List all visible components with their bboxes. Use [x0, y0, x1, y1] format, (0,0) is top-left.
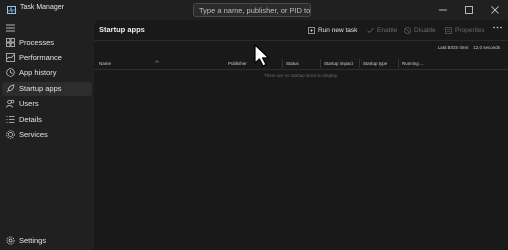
main-panel: Startup apps Run new task Enable Disable… — [94, 20, 508, 250]
sidebar-item-app-history[interactable]: App history — [2, 66, 92, 80]
users-icon — [6, 99, 15, 108]
properties-button[interactable]: Properties — [445, 23, 485, 37]
hamburger-menu-icon[interactable] — [6, 24, 15, 32]
enable-label: Enable — [377, 26, 398, 34]
column-header-startup-impact[interactable]: Startup impact — [324, 61, 353, 66]
sidebar-item-users[interactable]: Users — [2, 97, 92, 111]
column-separator[interactable] — [320, 59, 321, 68]
window-controls — [430, 0, 508, 20]
disable-button[interactable]: Disable — [404, 23, 436, 37]
column-separator[interactable] — [282, 59, 283, 68]
close-button[interactable] — [482, 0, 508, 20]
bios-time-label: Last BIOS time: — [437, 45, 470, 50]
sidebar-item-label: App history — [19, 68, 57, 77]
column-header-status[interactable]: Status — [286, 61, 299, 66]
column-header-name[interactable]: Name — [99, 61, 111, 66]
search-placeholder: Type a name, publisher, or PID to search — [199, 6, 311, 15]
performance-icon — [6, 53, 15, 62]
title-bar: Task Manager Type a name, publisher, or … — [0, 0, 508, 20]
column-header-startup-type[interactable]: Startup type — [363, 61, 387, 66]
properties-label: Properties — [455, 26, 485, 34]
sidebar-item-label: Users — [19, 99, 39, 108]
more-options-icon[interactable] — [493, 26, 502, 29]
sidebar-item-processes[interactable]: Processes — [2, 36, 92, 50]
app-history-icon — [6, 68, 15, 77]
column-header-running[interactable]: Running ... — [402, 61, 424, 66]
maximize-button[interactable] — [456, 0, 482, 20]
sidebar-item-label: Details — [19, 115, 42, 124]
sidebar-item-details[interactable]: Details — [2, 113, 92, 127]
window-title: Task Manager — [20, 4, 64, 11]
empty-state-message: There are no startup items to display. — [264, 73, 338, 78]
sidebar-item-settings[interactable]: Settings — [2, 234, 92, 248]
check-icon — [367, 27, 374, 33]
disable-label: Disable — [414, 26, 436, 34]
services-icon — [6, 130, 15, 139]
settings-gear-icon — [6, 236, 15, 245]
toolbar-divider — [94, 40, 508, 41]
bios-time: Last BIOS time: 12.0 seconds — [438, 45, 500, 50]
mouse-pointer-icon — [254, 44, 270, 67]
sidebar-item-services[interactable]: Services — [2, 128, 92, 142]
startup-apps-icon — [6, 84, 15, 93]
sidebar: Processes Performance App history Startu… — [0, 20, 94, 250]
page-title: Startup apps — [99, 25, 145, 34]
sidebar-item-label: Services — [19, 130, 48, 139]
column-separator[interactable] — [398, 59, 399, 68]
minimize-icon — [439, 9, 447, 11]
bios-time-value: 12.0 seconds — [473, 45, 500, 50]
disable-icon — [404, 26, 411, 34]
run-new-task-label: Run new task — [318, 26, 358, 34]
sidebar-item-label: Performance — [19, 53, 62, 62]
properties-icon — [445, 26, 452, 34]
search-box[interactable]: Type a name, publisher, or PID to search — [193, 3, 311, 17]
enable-button[interactable]: Enable — [367, 23, 397, 37]
run-new-task-button[interactable]: Run new task — [308, 23, 357, 37]
close-icon — [491, 6, 499, 14]
sidebar-item-startup-apps[interactable]: Startup apps — [2, 82, 92, 96]
minimize-button[interactable] — [430, 0, 456, 20]
details-icon — [6, 116, 15, 123]
task-manager-icon — [7, 6, 16, 14]
sidebar-item-label: Startup apps — [19, 84, 62, 93]
maximize-icon — [465, 6, 473, 14]
sidebar-item-label: Processes — [19, 38, 55, 47]
sidebar-item-performance[interactable]: Performance — [2, 51, 92, 65]
processes-icon — [6, 38, 15, 47]
sidebar-item-label: Settings — [19, 236, 47, 245]
column-header-publisher[interactable]: Publisher — [228, 61, 247, 66]
column-separator[interactable] — [359, 59, 360, 68]
sort-ascending-icon — [155, 60, 159, 63]
table-header: Name Publisher Status Startup impact Sta… — [94, 58, 508, 70]
run-new-task-icon — [308, 26, 315, 34]
